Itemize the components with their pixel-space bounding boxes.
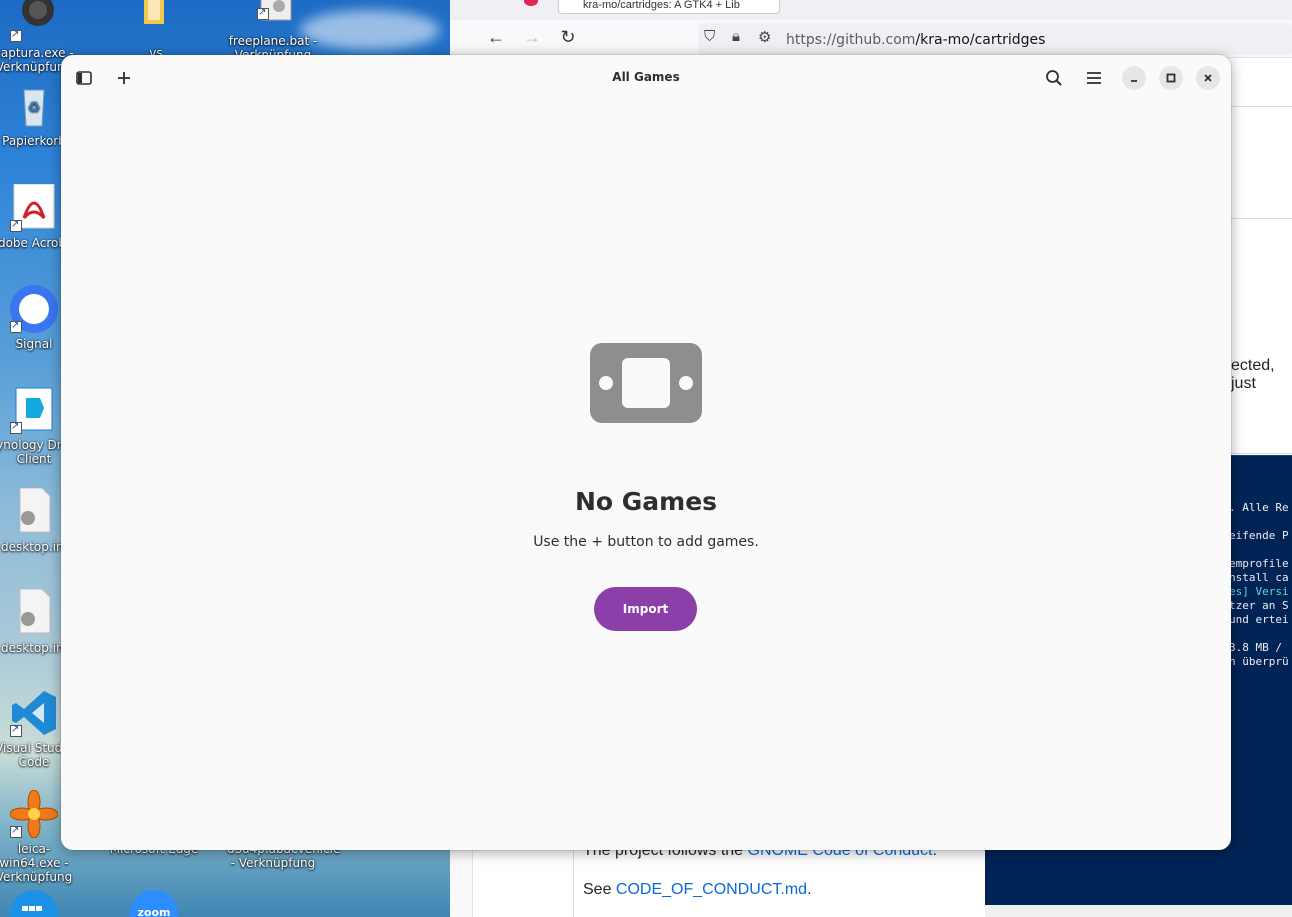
acrobat-icon xyxy=(10,183,58,232)
shortcut-arrow-icon xyxy=(10,319,22,333)
desktop-icon-label: Signal xyxy=(15,337,53,351)
shortcut-arrow-icon xyxy=(10,723,22,737)
zoom-icon: zoom xyxy=(130,890,178,917)
terminal-line: nstall ca xyxy=(1229,571,1289,584)
url-text: https://github.com/kra-mo/cartridges xyxy=(786,32,1046,48)
shield-icon: ⛉ xyxy=(704,28,716,45)
signal-icon xyxy=(10,285,58,333)
horizontal-scrollbar[interactable] xyxy=(985,905,1292,917)
import-button[interactable]: Import xyxy=(594,587,697,631)
forward-arrow-icon[interactable]: → xyxy=(520,27,544,48)
shortcut-arrow-icon xyxy=(10,824,22,838)
shortcut-arrow-icon xyxy=(10,218,22,232)
desktop-icon-label: desktop.ini xyxy=(1,641,67,655)
docker-icon xyxy=(10,890,58,917)
coc-md-link[interactable]: CODE_OF_CONDUCT.md xyxy=(616,881,807,898)
shortcut-arrow-icon xyxy=(10,420,22,434)
terminal-line: 3.8 MB / xyxy=(1229,641,1282,654)
desktop-icon-label: Papierkorb xyxy=(2,134,66,148)
leica-icon xyxy=(9,789,59,839)
terminal-line: tzer an S xyxy=(1229,599,1289,612)
browser-tabstrip: kra-mo/cartridges: A GTK4 + Lib xyxy=(450,0,1292,20)
shortcut-arrow-icon xyxy=(257,6,269,20)
settings-file-icon xyxy=(10,588,58,637)
back-arrow-icon[interactable]: ← xyxy=(484,27,508,48)
empty-state: No Games Use the + button to add games. … xyxy=(61,55,1231,850)
cartridges-window: All Games No Games Use the + button to a… xyxy=(61,55,1231,850)
terminal-line: h überprü xyxy=(1229,655,1289,668)
recycle-bin-icon: ♻ xyxy=(10,82,58,130)
desktop-icon-docker[interactable] xyxy=(0,890,80,917)
empty-state-description: Use the + button to add games. xyxy=(533,534,759,550)
browser-tab-title: kra-mo/cartridges: A GTK4 + Lib xyxy=(583,0,740,11)
settings-file-icon xyxy=(10,487,58,536)
terminal-line: emprofile xyxy=(1229,557,1289,570)
camera-app-icon xyxy=(10,0,58,42)
url-bar[interactable]: ⛉ 🔒︎ ⚙ https://github.com/kra-mo/cartrid… xyxy=(698,23,1292,55)
recording-indicator-icon xyxy=(524,0,538,6)
permissions-icon: ⚙ xyxy=(758,29,772,46)
svg-text:♻: ♻ xyxy=(28,100,41,116)
terminal-line: es] Versi xyxy=(1229,585,1289,598)
page-text-fragment: ected, just xyxy=(1231,357,1275,392)
gamepad-icon xyxy=(590,343,702,423)
zoom-logo-text: zoom xyxy=(137,906,171,917)
terminal-line: eifende P xyxy=(1229,529,1289,542)
terminal-line: und ertei xyxy=(1229,613,1289,626)
see-coc-text: See CODE_OF_CONDUCT.md. xyxy=(583,881,812,898)
lock-icon: 🔒︎ xyxy=(732,28,740,45)
terminal-line: . Alle Re xyxy=(1229,501,1289,514)
empty-state-title: No Games xyxy=(574,487,718,516)
folder-icon xyxy=(130,0,178,42)
browser-navbar: ← → ↻ ⛉ 🔒︎ ⚙ https://github.com/kra-mo/c… xyxy=(450,20,1292,58)
browser-tab[interactable]: kra-mo/cartridges: A GTK4 + Lib xyxy=(558,0,780,14)
vscode-icon xyxy=(10,689,58,737)
reload-icon[interactable]: ↻ xyxy=(556,27,580,48)
desktop-icon-vs[interactable]: .vs xyxy=(108,0,200,60)
desktop-icon-label: desktop.ini xyxy=(1,540,67,554)
shortcut-arrow-icon xyxy=(10,28,22,42)
synology-drive-icon xyxy=(10,386,58,434)
desktop-icon-zoom[interactable]: zoom xyxy=(108,890,200,917)
